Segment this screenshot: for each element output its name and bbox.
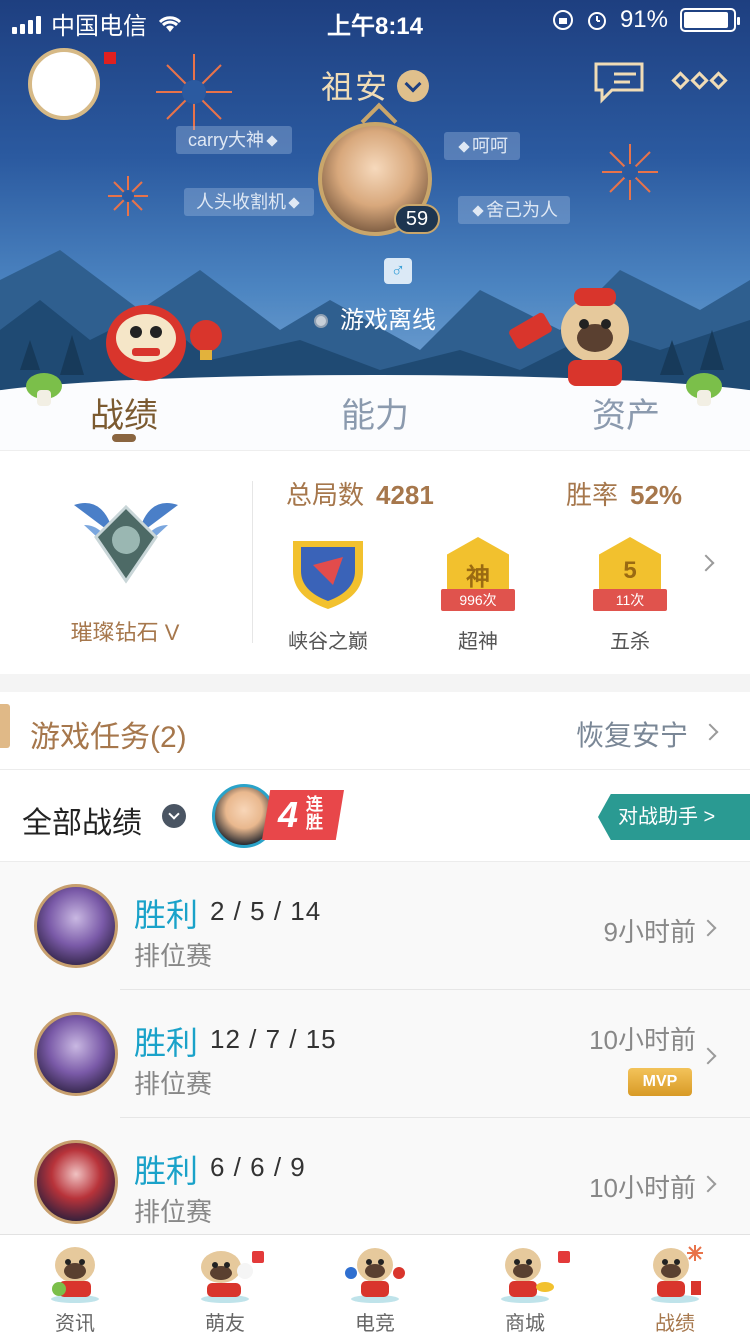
profile-tag: carry大神 [176, 126, 292, 154]
rotation-lock-icon [552, 10, 573, 30]
battery-percent: 91% [619, 6, 668, 33]
match-result: 胜利 [134, 1025, 199, 1061]
pug-news-icon [51, 1247, 99, 1303]
online-status: 游戏离线 [0, 300, 750, 335]
match-kda: 2 / 5 / 14 [210, 896, 322, 926]
pug-records-icon [651, 1245, 703, 1303]
profile-tag: 呵呵 [444, 132, 520, 160]
chevron-right-icon [701, 723, 719, 741]
hero-portrait [34, 1012, 118, 1096]
god-badge-icon: 神 996次 [437, 535, 519, 611]
hero-portrait [34, 884, 118, 968]
avatar-frame-point [360, 102, 398, 140]
task-title: 游戏任务(2) [30, 721, 187, 754]
firework-icon [108, 176, 148, 216]
stats-panel: 璀璨钻石 V 总局数 4281 胜率 52% 峡谷之巅 神 996次 超神 5 11… [0, 450, 750, 674]
penta-badge-icon: 5 11次 [589, 535, 671, 611]
level-badge: 59 [394, 204, 440, 234]
notification-dot [252, 1251, 264, 1263]
match-row[interactable]: 胜利 12 / 7 / 15 排位赛 10小时前 MVP [0, 990, 750, 1118]
male-icon: ♂ [384, 258, 412, 284]
hero-portrait [34, 1140, 118, 1224]
pug-esports-icon [345, 1248, 405, 1303]
nav-esports[interactable]: 电竞 [300, 1235, 450, 1334]
nav-records[interactable]: 战绩 [600, 1235, 750, 1334]
divider [252, 481, 253, 643]
profile-tag: 人头收割机 [184, 188, 314, 216]
profile-header: 中国电信 上午8:14 91% 祖安 59 carry大神 呵呵 人头收割机 舍… [0, 0, 750, 450]
pug-friends-icon [201, 1251, 253, 1303]
badge-label: 超神 [458, 631, 498, 653]
match-mode: 排位赛 [134, 1069, 213, 1099]
match-time: 10小时前 [589, 1173, 696, 1203]
match-mode: 排位赛 [134, 1197, 213, 1227]
chevron-right-icon [699, 1175, 717, 1193]
badge-count: 11次 [593, 589, 667, 611]
badge-legendary[interactable]: 神 996次 超神 [428, 535, 528, 654]
nav-friends[interactable]: 萌友 [150, 1235, 300, 1334]
status-right: 91% [552, 6, 740, 34]
status-dot-icon [314, 314, 328, 328]
badge-pentakill[interactable]: 5 11次 五杀 [580, 535, 680, 654]
win-streak-badge: 4 连胜 [262, 790, 344, 840]
nav-news[interactable]: 资讯 [0, 1235, 150, 1334]
match-row[interactable]: 胜利 2 / 5 / 14 排位赛 9小时前 [0, 862, 750, 990]
match-time: 10小时前 [589, 1025, 696, 1055]
diamond-rank-icon[interactable] [64, 485, 188, 595]
battery-icon [680, 8, 740, 32]
badge-label: 峡谷之巅 [288, 631, 368, 653]
more-icon[interactable] [671, 71, 728, 90]
pug-store-icon [501, 1248, 554, 1303]
mvp-badge: MVP [628, 1068, 692, 1096]
chevron-right-icon [699, 919, 717, 937]
match-kda: 6 / 6 / 9 [210, 1152, 306, 1182]
win-rate: 胜率 52% [566, 480, 683, 510]
total-games: 总局数 4281 [286, 480, 434, 510]
game-tasks-row[interactable]: 游戏任务(2) 恢复安宁 [0, 692, 750, 770]
chevron-right-icon [699, 1047, 717, 1065]
tab-ability[interactable]: 能力 [280, 388, 470, 448]
tab-record[interactable]: 战绩 [0, 388, 280, 448]
profile-tabs: 战绩 能力 资产 [0, 388, 750, 448]
chevron-down-icon[interactable] [397, 70, 429, 102]
profile-name: 祖安 [320, 69, 389, 105]
match-row[interactable]: 胜利 6 / 6 / 9 排位赛 10小时前 [0, 1118, 750, 1246]
task-right-label: 恢复安宁 [575, 720, 688, 751]
accent-bar [0, 704, 10, 748]
records-filter[interactable]: 全部战绩 [22, 798, 142, 842]
message-icon[interactable] [590, 60, 648, 106]
match-list: 胜利 2 / 5 / 14 排位赛 9小时前 胜利 12 / 7 / 15 排位… [0, 862, 750, 1234]
bottom-nav: 资讯 萌友 电竞 商城 战绩 [0, 1234, 750, 1334]
shield-badge-icon [293, 541, 363, 609]
badge-count: 996次 [441, 589, 515, 611]
firework-icon [602, 144, 658, 200]
nav-store[interactable]: 商城 [450, 1235, 600, 1334]
profile-tag: 舍己为人 [458, 196, 570, 224]
chevron-right-icon[interactable] [697, 554, 715, 572]
battle-assistant-button[interactable]: 对战助手 > [598, 794, 750, 840]
rank-name: 璀璨钻石 V [70, 620, 180, 645]
battery-fill [684, 12, 728, 28]
match-mode: 排位赛 [134, 941, 213, 971]
badge-peak[interactable]: 峡谷之巅 [278, 535, 378, 654]
tab-assets[interactable]: 资产 [470, 388, 750, 448]
pug-mascot [509, 288, 629, 386]
status-bar: 中国电信 上午8:14 91% [0, 0, 750, 40]
match-result: 胜利 [134, 1153, 199, 1189]
notification-dot [558, 1251, 570, 1263]
match-kda: 12 / 7 / 15 [210, 1024, 337, 1054]
all-records-header: 全部战绩 4 连胜 对战助手 > [0, 770, 750, 862]
badge-label: 五杀 [610, 631, 650, 653]
match-result: 胜利 [134, 897, 199, 933]
match-time: 9小时前 [603, 917, 696, 947]
chevron-down-icon[interactable] [162, 804, 186, 828]
alarm-icon [587, 12, 606, 30]
